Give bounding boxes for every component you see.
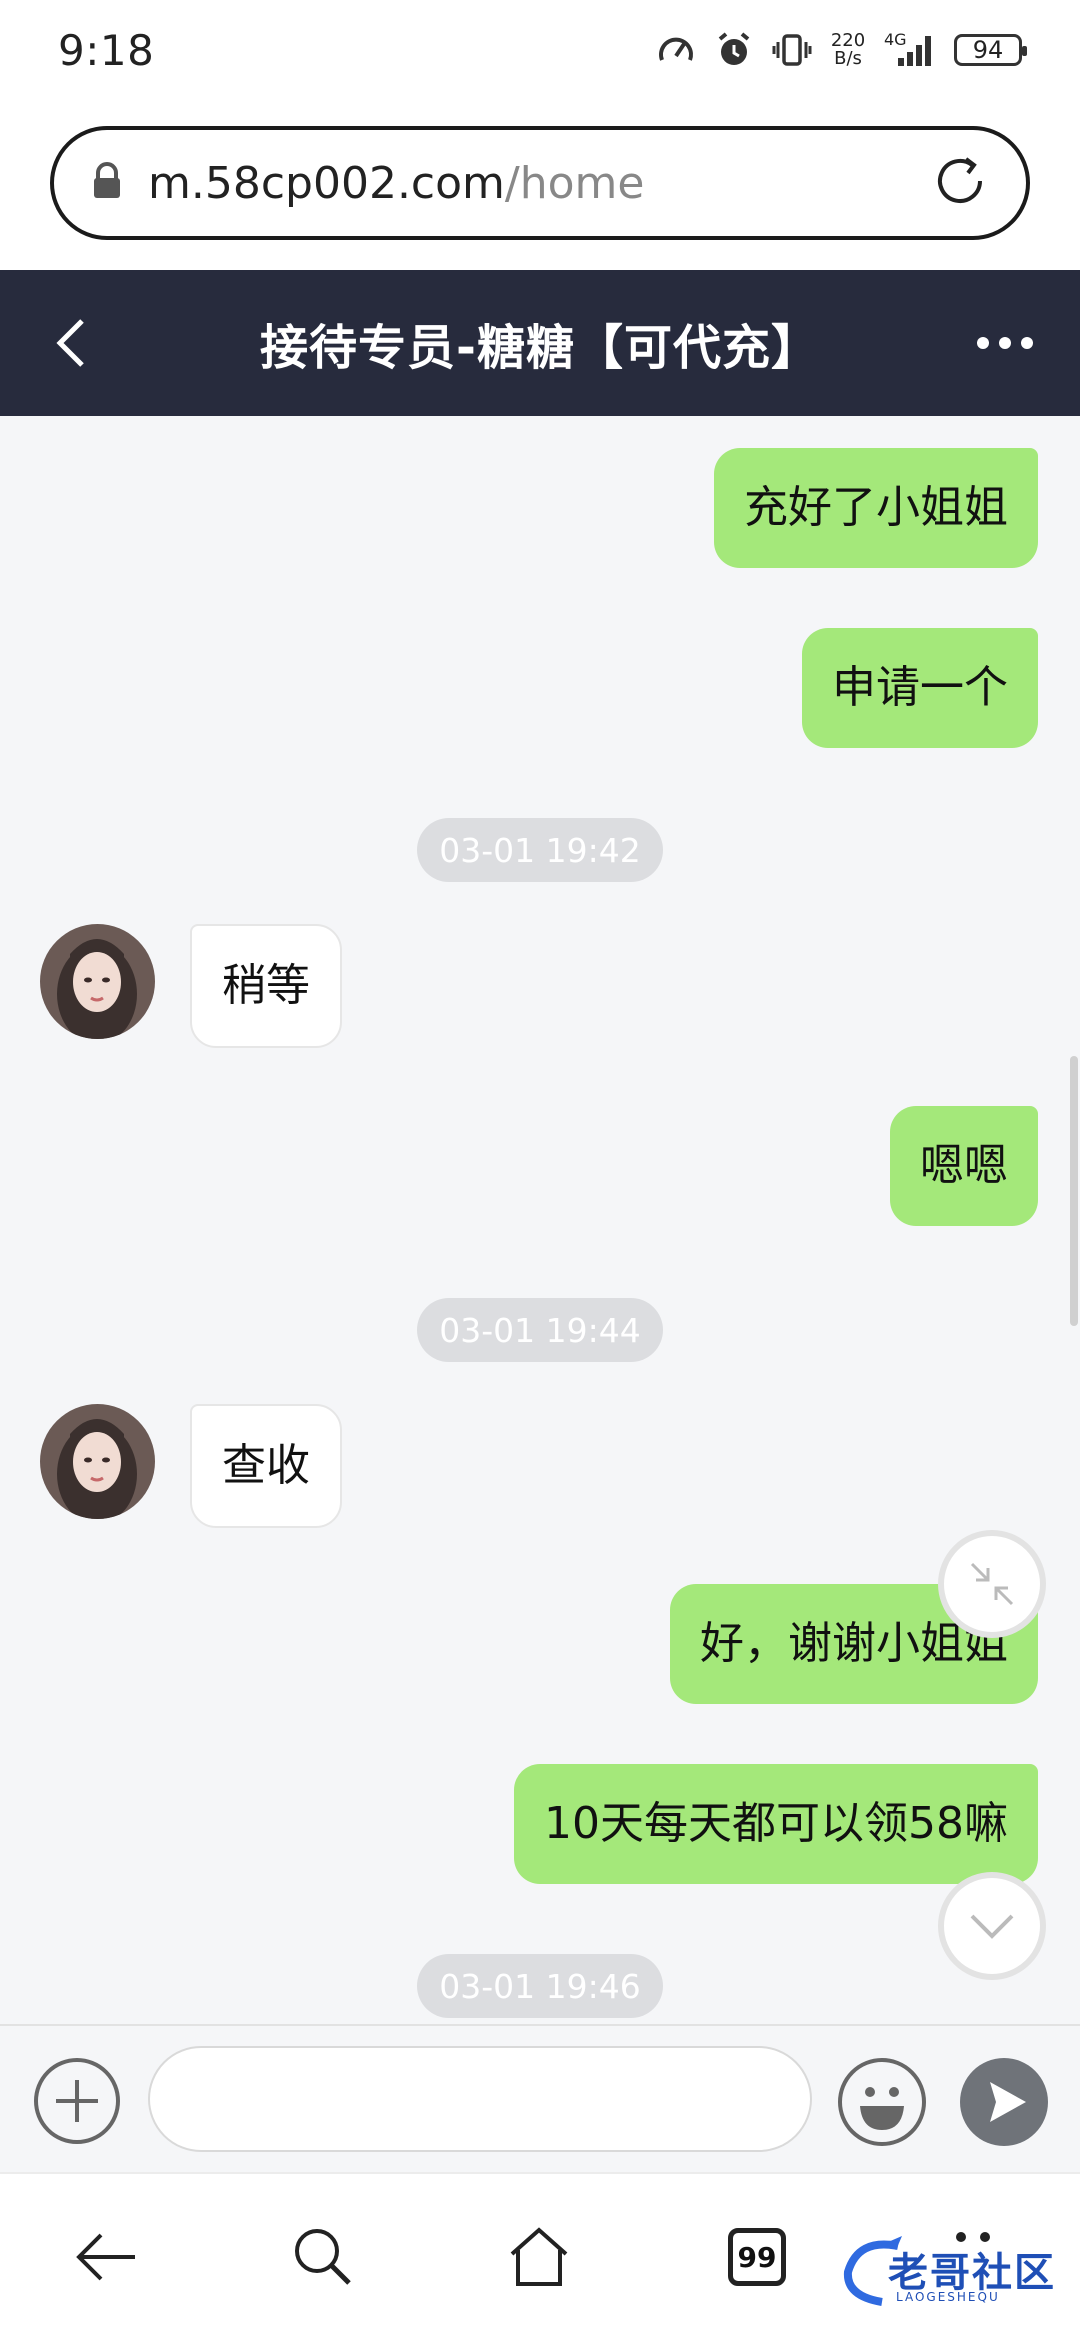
avatar[interactable]	[40, 924, 155, 1039]
more-dots-icon	[977, 337, 1033, 349]
vibrate-icon	[772, 30, 812, 70]
add-button[interactable]	[32, 2056, 122, 2146]
home-nav-button[interactable]	[504, 2222, 574, 2292]
message-input[interactable]	[148, 2046, 812, 2152]
scroll-to-bottom-button[interactable]	[938, 1872, 1046, 1980]
emoji-icon	[838, 2058, 926, 2146]
signal-icon: 4G	[884, 30, 936, 70]
back-nav-button[interactable]	[72, 2222, 142, 2292]
timestamp: 03-01 19:46	[417, 1954, 663, 2018]
search-icon	[295, 2229, 351, 2285]
watermark-subtext: LAOGESHEQU	[896, 2290, 1000, 2304]
message-outgoing: 充好了小姐姐	[714, 448, 1038, 568]
url-host: m.58cp002.com	[148, 157, 505, 209]
home-icon	[510, 2227, 568, 2286]
timestamp: 03-01 19:44	[417, 1298, 663, 1362]
chat-messages[interactable]: 充好了小姐姐 申请一个 03-01 19:42 稍等 嗯嗯 03-01 19:4…	[0, 416, 1080, 2024]
chat-title: 接待专员-糖糖【可代充】	[260, 320, 820, 376]
message-incoming: 稍等	[190, 924, 342, 1048]
tabs-nav-button[interactable]: 99	[722, 2222, 792, 2292]
network-type: 4G	[884, 30, 907, 49]
chat-header: 接待专员-糖糖【可代充】	[0, 270, 1080, 416]
send-icon	[960, 2058, 1048, 2146]
battery-level: 94	[972, 36, 1004, 64]
message-incoming: 查收	[190, 1404, 342, 1528]
back-button[interactable]	[50, 310, 110, 376]
status-bar: 9:18 220 B/s 4G 94	[0, 0, 1080, 100]
message-outgoing: 嗯嗯	[890, 1106, 1038, 1226]
watermark-logo: 老哥社区 LAOGESHEQU	[838, 2232, 1064, 2310]
alarm-icon	[714, 30, 754, 70]
lock-icon	[90, 161, 124, 205]
chevron-left-icon	[56, 319, 84, 367]
avatar[interactable]	[40, 1404, 155, 1519]
net-speed: 220 B/s	[830, 32, 866, 68]
arrow-left-icon	[76, 2233, 135, 2281]
scrollbar[interactable]	[1070, 1056, 1078, 1326]
status-icons: 220 B/s 4G 94	[656, 30, 1027, 70]
battery-indicator: 94	[954, 34, 1027, 66]
url-text[interactable]: m.58cp002.com/home	[148, 158, 930, 209]
url-path: /home	[504, 157, 645, 209]
reload-icon[interactable]	[930, 151, 990, 215]
net-speed-unit: B/s	[834, 48, 862, 69]
address-bar[interactable]: m.58cp002.com/home	[50, 126, 1030, 240]
message-outgoing: 10天每天都可以领58嘛	[514, 1764, 1038, 1884]
browser-toolbar: m.58cp002.com/home	[0, 100, 1080, 270]
speedometer-icon	[656, 30, 696, 70]
collapse-arrows-icon	[970, 1562, 1014, 1606]
status-time: 9:18	[58, 25, 155, 75]
more-button[interactable]	[970, 318, 1040, 368]
timestamp: 03-01 19:42	[417, 818, 663, 882]
plus-icon	[34, 2058, 120, 2144]
message-outgoing: 申请一个	[802, 628, 1038, 748]
emoji-button[interactable]	[836, 2056, 928, 2148]
send-button[interactable]	[958, 2056, 1050, 2148]
search-nav-button[interactable]	[288, 2222, 358, 2292]
chevron-down-icon	[970, 1914, 1014, 1939]
message-input-bar	[0, 2024, 1080, 2172]
collapse-button[interactable]	[938, 1530, 1046, 1638]
tabs-count: 99	[728, 2228, 786, 2286]
